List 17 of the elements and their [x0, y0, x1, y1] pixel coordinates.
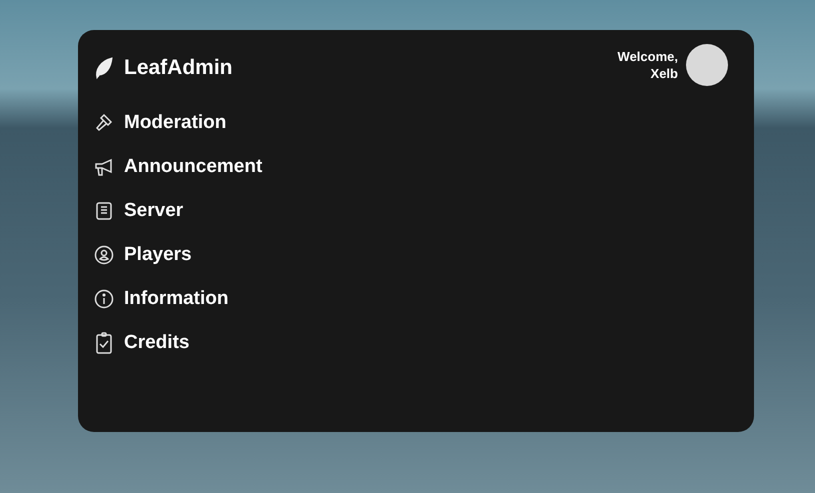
avatar [686, 44, 728, 86]
user-icon [94, 245, 114, 265]
menu-item[interactable]: Announcement [94, 152, 262, 182]
clipboard-check-icon [94, 332, 114, 354]
app-title: LeafAdmin [124, 56, 233, 80]
welcome-text: Welcome, [618, 48, 678, 65]
megaphone-icon [94, 157, 114, 177]
info-icon [94, 289, 114, 309]
menu-item[interactable]: Players [94, 240, 192, 270]
menu-item[interactable]: Server [94, 196, 184, 226]
menu-item[interactable]: Moderation [94, 108, 226, 138]
user-name: Xelb [650, 65, 678, 82]
hammer-icon [94, 113, 114, 133]
leaf-icon [94, 56, 114, 80]
document-icon [94, 201, 114, 221]
menu-item[interactable]: Credits [94, 328, 190, 358]
menu-item[interactable]: Information [94, 284, 228, 314]
